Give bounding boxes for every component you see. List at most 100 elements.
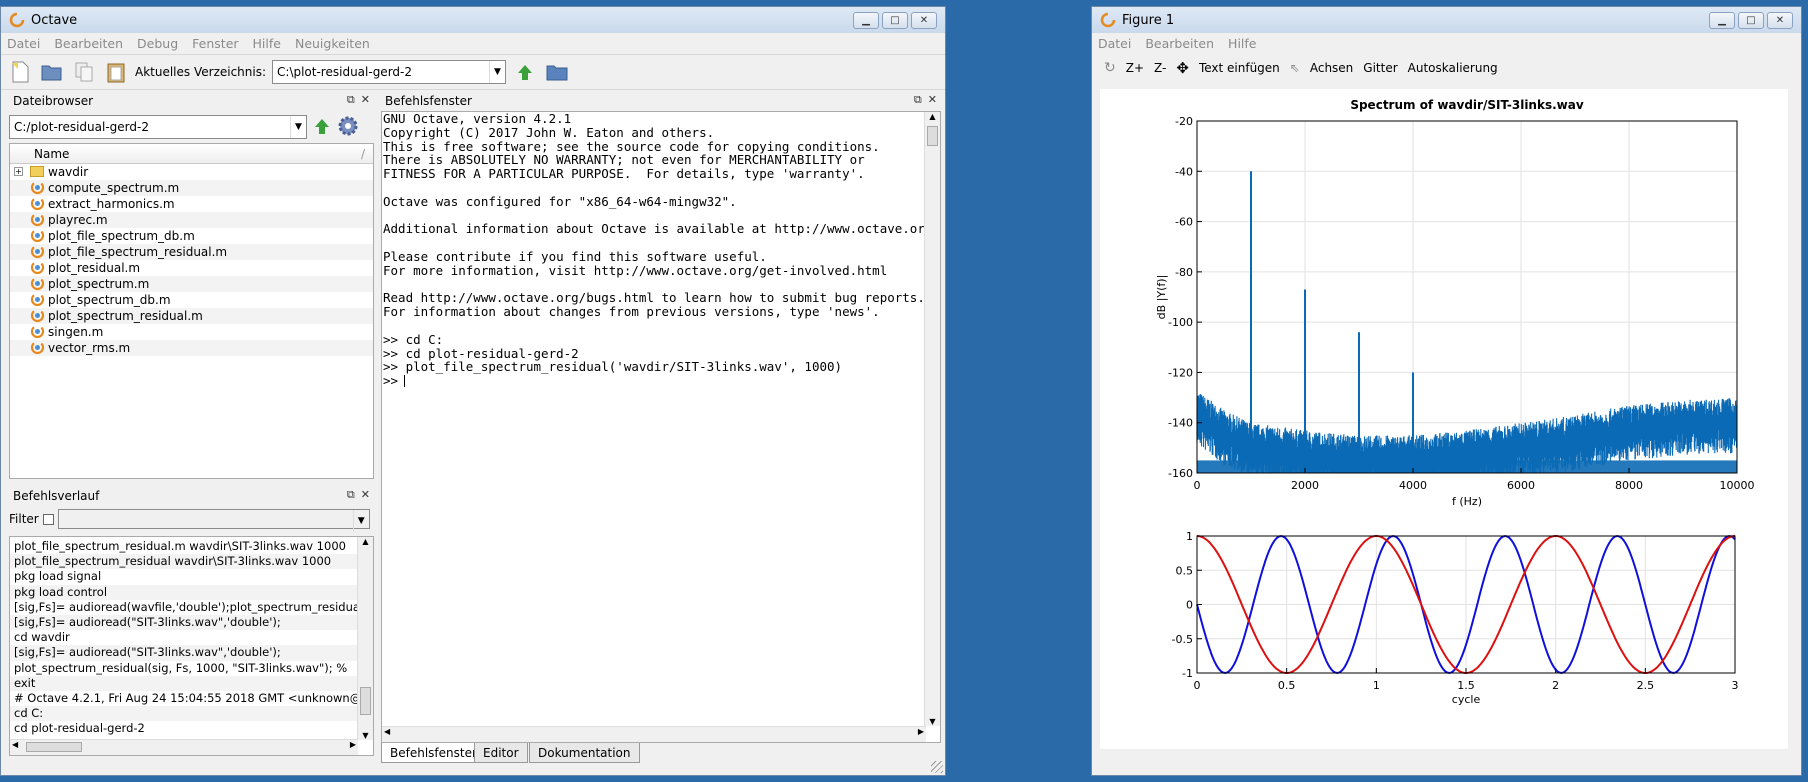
expand-icon[interactable]: + bbox=[14, 167, 23, 176]
octave-file-icon bbox=[30, 292, 45, 307]
history-scrollbar-h[interactable]: ◀ ▶ bbox=[10, 739, 358, 755]
history-item[interactable]: plot_file_spectrum_residual wavdir\SIT-3… bbox=[10, 554, 358, 570]
rotate-icon[interactable]: ↻ bbox=[1104, 60, 1116, 76]
browse-dir-button[interactable] bbox=[544, 59, 570, 85]
undock-icon[interactable]: ⧉ bbox=[347, 93, 355, 107]
file-list-item[interactable]: plot_file_spectrum_residual.m bbox=[10, 244, 373, 260]
history-item[interactable]: plot_file_spectrum_residual.m wavdir\SIT… bbox=[10, 539, 358, 554]
menu-bearbeiten[interactable]: Bearbeiten bbox=[54, 36, 123, 51]
file-list-item[interactable]: vector_rms.m bbox=[10, 340, 373, 356]
minimize-button[interactable]: ▁ bbox=[1709, 11, 1735, 29]
tab-befehlsfenster[interactable]: Befehlsfenster bbox=[381, 743, 486, 763]
menu-bearbeiten[interactable]: Bearbeiten bbox=[1145, 36, 1214, 51]
history-item[interactable]: cd wavdir bbox=[10, 630, 358, 645]
tab-editor[interactable]: Editor bbox=[474, 743, 528, 763]
current-dir-combo[interactable]: C:\plot-residual-gerd-2 ▼ bbox=[272, 60, 507, 84]
history-item[interactable]: exit bbox=[10, 675, 358, 691]
file-list-item[interactable]: playrec.m bbox=[10, 212, 373, 228]
resize-grip-icon[interactable] bbox=[931, 761, 943, 773]
pan-icon[interactable]: ✥ bbox=[1176, 59, 1189, 77]
copy-button[interactable] bbox=[71, 59, 97, 85]
close-button[interactable]: ✕ bbox=[911, 11, 937, 29]
menu-fenster[interactable]: Fenster bbox=[192, 36, 238, 51]
insert-text-button[interactable]: Text einfügen bbox=[1199, 61, 1280, 75]
minimize-button[interactable]: ▁ bbox=[853, 11, 879, 29]
history-list: plot_file_spectrum_residual.m wavdir\SIT… bbox=[10, 537, 358, 736]
paste-button[interactable] bbox=[103, 59, 129, 85]
plot1-ytick-label: -60 bbox=[1175, 216, 1193, 229]
menu-hilfe[interactable]: Hilfe bbox=[253, 36, 281, 51]
filter-checkbox[interactable] bbox=[42, 513, 54, 525]
menu-debug[interactable]: Debug bbox=[137, 36, 178, 51]
file-name: vector_rms.m bbox=[48, 341, 131, 355]
console-scrollbar-v[interactable]: ▲ ▼ bbox=[924, 112, 940, 726]
history-item[interactable]: plot_spectrum_residual(sig, Fs, 1000, "S… bbox=[10, 661, 358, 676]
new-file-icon bbox=[12, 61, 29, 83]
file-list-item[interactable]: plot_residual.m bbox=[10, 260, 373, 276]
filter-input[interactable]: ▼ bbox=[57, 509, 370, 532]
axes-button[interactable]: Achsen bbox=[1310, 61, 1353, 75]
console-line: >> cd plot-residual-gerd-2 bbox=[383, 345, 579, 361]
history-item[interactable]: cd C: bbox=[10, 706, 358, 722]
filebrowser-settings-button[interactable] bbox=[337, 115, 359, 140]
chevron-down-icon[interactable]: ▼ bbox=[489, 61, 505, 83]
figure-titlebar[interactable]: Figure 1 ▁ □ ✕ bbox=[1092, 7, 1801, 33]
close-icon[interactable]: ✕ bbox=[361, 93, 370, 107]
history-item[interactable]: [sig,Fs]= audioread(wavfile,'double');pl… bbox=[10, 600, 358, 615]
column-name: Name bbox=[34, 146, 70, 161]
file-list-item[interactable]: plot_spectrum.m bbox=[10, 276, 373, 292]
history-item[interactable]: cd plot-residual-gerd-2 bbox=[10, 721, 358, 736]
undock-icon[interactable]: ⧉ bbox=[347, 488, 355, 502]
plot1-xtick-label: 0 bbox=[1194, 479, 1201, 492]
file-name: playrec.m bbox=[48, 213, 108, 227]
chevron-down-icon[interactable]: ▼ bbox=[290, 116, 306, 138]
autoscale-button[interactable]: Autoskalierung bbox=[1408, 61, 1498, 75]
close-button[interactable]: ✕ bbox=[1767, 11, 1793, 29]
plot2-xtick-label: 1 bbox=[1373, 679, 1380, 692]
console-area[interactable]: GNU Octave, version 4.2.1 Copyright (C) 2… bbox=[381, 111, 941, 743]
history-item[interactable]: pkg load control bbox=[10, 584, 358, 600]
file-list-item[interactable]: plot_spectrum_db.m bbox=[10, 292, 373, 308]
file-list-item[interactable]: plot_spectrum_residual.m bbox=[10, 308, 373, 324]
file-list-item[interactable]: plot_file_spectrum_db.m bbox=[10, 228, 373, 244]
octave-titlebar[interactable]: Octave ▁ □ ✕ bbox=[1, 7, 945, 33]
chevron-down-icon[interactable]: ▼ bbox=[352, 510, 369, 532]
menu-neuigkeiten[interactable]: Neuigkeiten bbox=[295, 36, 370, 51]
file-list-item[interactable]: + wavdir bbox=[10, 164, 373, 180]
file-list-item[interactable]: compute_spectrum.m bbox=[10, 180, 373, 196]
history-item[interactable]: # Octave 4.2.1, Fri Aug 24 15:04:55 2018… bbox=[10, 691, 358, 706]
filebrowser-up-button[interactable] bbox=[313, 117, 331, 138]
command-window-title: Befehlsfenster bbox=[385, 94, 472, 108]
history-scrollbar-v[interactable]: ▲ ▼ bbox=[357, 537, 373, 740]
maximize-button[interactable]: □ bbox=[882, 11, 908, 29]
filebrowser-column-header[interactable]: Name / bbox=[10, 144, 373, 164]
undock-icon[interactable]: ⧉ bbox=[914, 93, 922, 107]
history-item[interactable]: [sig,Fs]= audioread("SIT-3links.wav",'do… bbox=[10, 614, 358, 631]
console-scrollbar-h[interactable]: ◀ ▶ bbox=[382, 726, 926, 742]
console-line: Octave was configured for "x86_64-w64-mi… bbox=[383, 193, 737, 209]
select-pointer-icon[interactable]: ⇖ bbox=[1290, 61, 1300, 75]
zoom-in-button[interactable]: Z+ bbox=[1126, 61, 1144, 75]
history-item[interactable]: pkg load signal bbox=[10, 569, 358, 584]
filebrowser-path-combo[interactable]: C:/plot-residual-gerd-2 ▼ bbox=[9, 115, 307, 139]
octave-file-icon bbox=[30, 228, 45, 243]
tab-dokumentation[interactable]: Dokumentation bbox=[529, 743, 640, 763]
zoom-out-button[interactable]: Z- bbox=[1154, 61, 1166, 75]
history-item[interactable]: [sig,Fs]= audioread("SIT-3links.wav",'do… bbox=[10, 645, 358, 661]
figure-canvas[interactable]: 0 2000 4000 6000 8000 10000 -20 -40 -60 -80 -100 -1… bbox=[1100, 89, 1788, 749]
maximize-button[interactable]: □ bbox=[1738, 11, 1764, 29]
file-list-item[interactable]: extract_harmonics.m bbox=[10, 196, 373, 212]
filebrowser-title: Dateibrowser bbox=[13, 94, 94, 108]
menu-hilfe[interactable]: Hilfe bbox=[1228, 36, 1256, 51]
history-list-box: plot_file_spectrum_residual.m wavdir\SIT… bbox=[9, 536, 374, 756]
dir-up-button[interactable] bbox=[512, 59, 538, 85]
console-line: >> bbox=[383, 373, 406, 389]
grid-button[interactable]: Gitter bbox=[1363, 61, 1397, 75]
new-file-button[interactable] bbox=[7, 59, 33, 85]
menu-datei[interactable]: Datei bbox=[1098, 36, 1131, 51]
open-file-button[interactable] bbox=[39, 59, 65, 85]
close-icon[interactable]: ✕ bbox=[361, 488, 370, 502]
file-list-item[interactable]: singen.m bbox=[10, 324, 373, 340]
menu-datei[interactable]: Datei bbox=[7, 36, 40, 51]
close-icon[interactable]: ✕ bbox=[928, 93, 937, 107]
